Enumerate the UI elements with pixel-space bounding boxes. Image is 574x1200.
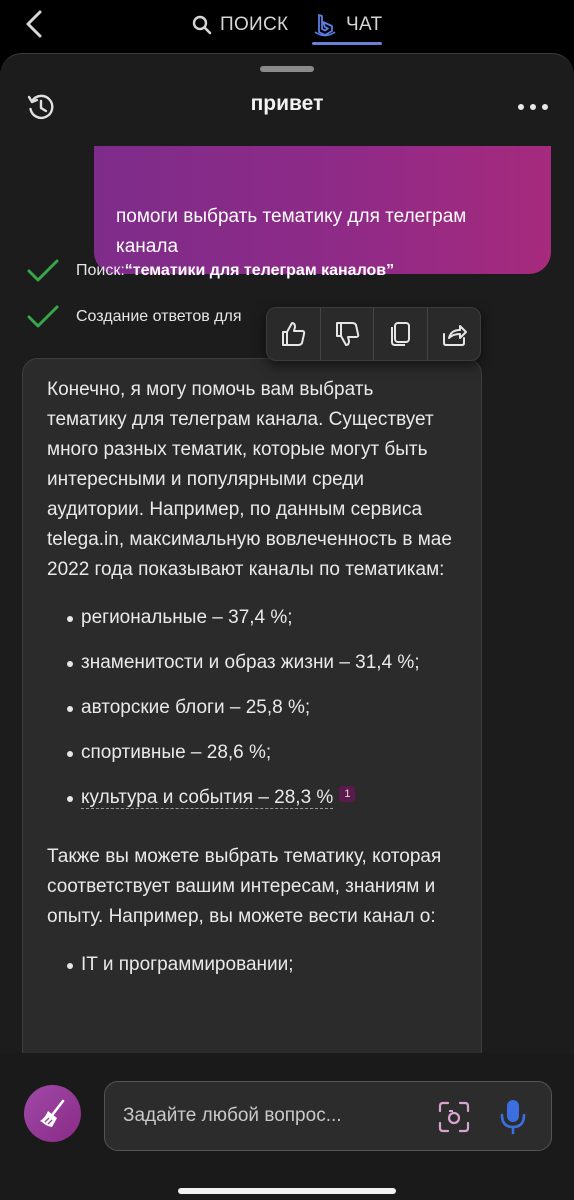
home-indicator[interactable] [178,1188,396,1194]
dislike-button[interactable] [321,308,374,360]
camera-scan-icon [438,1101,470,1133]
list-item: IT и программировании; [47,950,457,995]
thumbs-up-icon [282,322,306,346]
visual-search-button[interactable] [437,1100,471,1134]
chat-title: привет [250,92,324,115]
progress-search-query: “тематики для телеграм каналов” [124,262,395,279]
progress-generate-label: Создание ответов для [76,308,242,325]
microphone-icon [500,1100,526,1135]
response-second-paragraph: Также вы можете выбрать тематику, котора… [47,846,442,927]
list-item: региональные – 37,4 %; [47,603,457,648]
copy-button[interactable] [374,308,428,360]
top-navigation: ПОИСК ЧАТ [0,0,574,52]
progress-step-generate: Создание ответов для [26,302,242,332]
bing-chat-icon [314,14,336,37]
citation-badge[interactable]: 1 [339,786,356,802]
composer-area [0,1053,574,1200]
checkmark-icon [27,259,59,282]
chevron-left-icon [26,10,42,38]
cited-text[interactable]: культура и события – 28,3 % [81,787,334,809]
response-intro: Конечно, я могу помочь вам выбрать темат… [47,379,452,580]
interests-list: IT и программировании; [47,950,457,995]
list-item: авторские блоги – 25,8 %; [47,693,457,738]
checkmark-icon [27,305,59,328]
progress-search-prefix: Поиск: [76,262,125,279]
message-input[interactable] [123,1082,423,1150]
chat-screen: ПОИСК ЧАТ привет помоги выбрать тематику… [0,0,574,1200]
tab-chat[interactable]: ЧАТ [312,10,382,40]
copy-icon [391,322,411,346]
message-input-box [104,1081,552,1151]
new-topic-button[interactable] [24,1085,81,1142]
more-dot-icon [530,104,536,110]
topics-list: региональные – 37,4 %; знаменитости и об… [47,603,457,828]
more-dot-icon [518,104,524,110]
active-tab-indicator [312,42,382,45]
like-button[interactable] [267,308,321,360]
list-item: знаменитости и образ жизни – 31,4 %; [47,648,457,693]
list-item-cited: культура и события – 28,3 % 1 [47,783,457,828]
user-message-bubble: помоги выбрать тематику для телеграм кан… [94,146,551,274]
tab-chat-label: ЧАТ [346,14,383,35]
progress-step-search: Поиск: “тематики для телеграм каналов” [26,256,394,286]
search-icon [192,15,212,35]
list-item: спортивные – 28,6 %; [47,738,457,783]
sheet-grabber[interactable] [260,66,314,72]
message-actions-bar [266,307,481,361]
back-button[interactable] [20,8,50,40]
voice-input-button[interactable] [499,1098,527,1136]
share-icon [442,325,467,346]
tab-search[interactable]: ПОИСК [192,10,288,40]
share-button[interactable] [428,308,481,360]
thumbs-down-icon [335,322,359,346]
chat-sheet: привет помоги выбрать тематику для телег… [0,53,574,1053]
more-dot-icon [542,104,548,110]
more-options-button[interactable] [518,104,548,110]
bot-response-card: Конечно, я могу помочь вам выбрать темат… [22,358,482,1053]
broom-icon [39,1099,64,1127]
tab-search-label: ПОИСК [220,14,289,35]
